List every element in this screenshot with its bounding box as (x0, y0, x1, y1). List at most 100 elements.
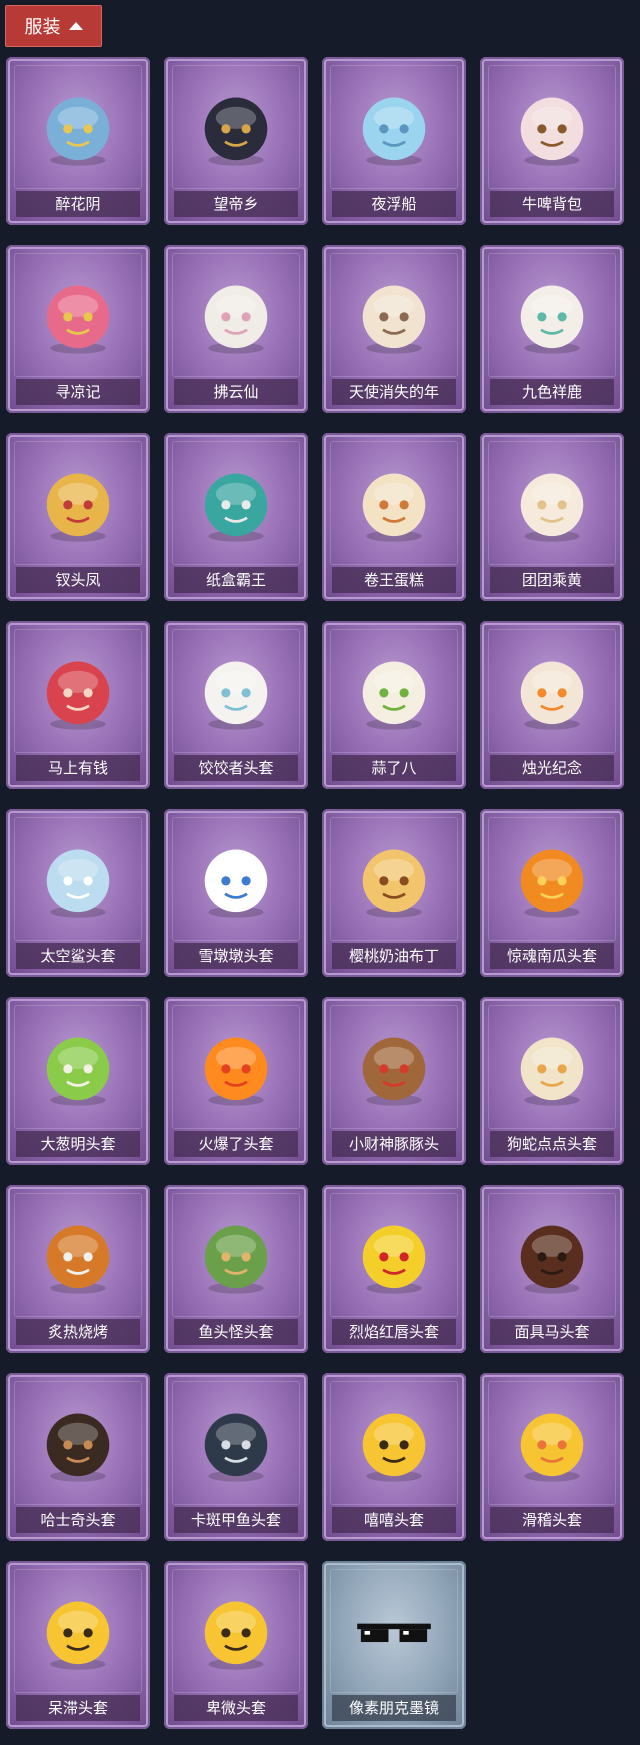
costume-item-name: 钗头凤 (16, 567, 140, 593)
costume-item-name: 滑稽头套 (490, 1507, 614, 1533)
costume-item-name: 拂云仙 (174, 379, 298, 405)
garlic-head-icon (362, 661, 426, 730)
costume-item-card[interactable]: 惊魂南瓜头套 (480, 809, 624, 977)
snowman-head-icon (204, 849, 268, 918)
costume-item-card[interactable]: 炙热烧烤 (6, 1185, 150, 1353)
pixel-sunglasses-icon (357, 1623, 431, 1643)
costume-item-name: 望帝乡 (174, 191, 298, 217)
costume-item-card[interactable]: 滑稽头套 (480, 1373, 624, 1541)
dumpling-head-icon (204, 661, 268, 730)
costume-item-name: 寻凉记 (16, 379, 140, 405)
white-fox-charm-icon (204, 285, 268, 354)
shark-head-icon (46, 849, 110, 918)
costume-item-card[interactable]: 寻凉记 (6, 245, 150, 413)
yellow-mouse-head-icon (362, 1225, 426, 1294)
costume-item-name: 哈士奇头套 (16, 1507, 140, 1533)
floral-backpack-icon (46, 97, 110, 166)
shy-emoji-head-icon (204, 1601, 268, 1670)
costume-item-card[interactable]: 樱桃奶油布丁 (322, 809, 466, 977)
costume-item-card[interactable]: 天使消失的年 (322, 245, 466, 413)
dog-snake-head-icon (520, 1037, 584, 1106)
costume-item-name: 火爆了头套 (174, 1131, 298, 1157)
angel-doll-charm-icon (362, 285, 426, 354)
costume-item-name: 卷王蛋糕 (332, 567, 456, 593)
costume-item-card[interactable]: 钗头凤 (6, 433, 150, 601)
costume-item-name: 大葱明头套 (16, 1131, 140, 1157)
costume-item-card[interactable]: 烛光纪念 (480, 621, 624, 789)
costume-item-card[interactable]: 卑微头套 (164, 1561, 308, 1729)
costume-item-card[interactable]: 火爆了头套 (164, 997, 308, 1165)
costume-item-card[interactable]: 狗蛇点点头套 (480, 997, 624, 1165)
phoenix-crown-doll-icon (46, 473, 110, 542)
costume-item-card[interactable]: 纸盒霸王 (164, 433, 308, 601)
deer-charm-icon (520, 285, 584, 354)
costume-item-card[interactable]: 烈焰红唇头套 (322, 1185, 466, 1353)
cardboard-dino-head-icon (204, 473, 268, 542)
roll-cake-icon (362, 473, 426, 542)
costume-item-name: 太空鲨头套 (16, 943, 140, 969)
fish-head-mask-icon (204, 1225, 268, 1294)
costume-item-name: 饺饺者头套 (174, 755, 298, 781)
costume-item-name: 狗蛇点点头套 (490, 1131, 614, 1157)
costume-item-card[interactable]: 拂云仙 (164, 245, 308, 413)
costume-category-tab[interactable]: 服装 (5, 5, 102, 47)
costume-item-card[interactable]: 马上有钱 (6, 621, 150, 789)
chevron-up-icon (68, 21, 83, 30)
costume-item-card[interactable]: 蒜了八 (322, 621, 466, 789)
capybara-god-head-icon (362, 1037, 426, 1106)
costume-item-name: 鱼头怪头套 (174, 1319, 298, 1345)
costume-item-card[interactable]: 鱼头怪头套 (164, 1185, 308, 1353)
costume-item-card[interactable]: 卷王蛋糕 (322, 433, 466, 601)
costume-item-name: 夜浮船 (332, 191, 456, 217)
bbq-meat-head-icon (46, 1225, 110, 1294)
costume-item-card[interactable]: 太空鲨头套 (6, 809, 150, 977)
round-cat-head-icon (520, 473, 584, 542)
costume-item-name: 醉花阴 (16, 191, 140, 217)
costume-item-name: 呆滞头套 (16, 1695, 140, 1721)
pudding-head-icon (362, 849, 426, 918)
costume-item-name: 九色祥鹿 (490, 379, 614, 405)
costume-item-card[interactable]: 嘻嘻头套 (322, 1373, 466, 1541)
costume-category-label: 服装 (24, 17, 61, 38)
candle-head-icon (520, 661, 584, 730)
costume-item-name: 烛光纪念 (490, 755, 614, 781)
costume-item-card[interactable]: 醉花阴 (6, 57, 150, 225)
costume-item-name: 卑微头套 (174, 1695, 298, 1721)
costume-item-card[interactable]: 九色祥鹿 (480, 245, 624, 413)
costume-item-card[interactable]: 大葱明头套 (6, 997, 150, 1165)
seal-head-icon (204, 1413, 268, 1482)
costume-item-name: 面具马头套 (490, 1319, 614, 1345)
green-onion-head-icon (46, 1037, 110, 1106)
costume-item-card[interactable]: 呆滞头套 (6, 1561, 150, 1729)
costume-item-card[interactable]: 卡斑甲鱼头套 (164, 1373, 308, 1541)
costume-item-name: 马上有钱 (16, 755, 140, 781)
pumpkin-head-icon (520, 849, 584, 918)
costume-item-name: 蒜了八 (332, 755, 456, 781)
grin-emoji-head-icon (362, 1413, 426, 1482)
costume-item-name: 纸盒霸王 (174, 567, 298, 593)
horse-mask-icon (520, 1225, 584, 1294)
costume-item-card[interactable]: 小财神豚豚头 (322, 997, 466, 1165)
costume-item-name: 雪墩墩头套 (174, 943, 298, 969)
pink-hat-creature-icon (46, 285, 110, 354)
costume-item-name: 烈焰红唇头套 (332, 1319, 456, 1345)
fire-head-icon (204, 1037, 268, 1106)
costume-item-card[interactable]: 雪墩墩头套 (164, 809, 308, 977)
costume-item-card[interactable]: 哈士奇头套 (6, 1373, 150, 1541)
costume-item-card[interactable]: 饺饺者头套 (164, 621, 308, 789)
blank-emoji-head-icon (46, 1601, 110, 1670)
costume-item-name: 像素朋克墨镜 (332, 1695, 456, 1721)
costume-item-name: 牛啤背包 (490, 191, 614, 217)
costume-item-grid: 醉花阴 望帝乡 夜浮船 牛啤背包寻凉记 拂云仙 天使消失的年 九色祥鹿钗头凤 纸盒霸王 卷王蛋糕… (6, 57, 634, 1729)
costume-item-name: 天使消失的年 (332, 379, 456, 405)
shiba-dog-head-icon (46, 1413, 110, 1482)
costume-item-card[interactable]: 团团乘黄 (480, 433, 624, 601)
costume-item-name: 樱桃奶油布丁 (332, 943, 456, 969)
costume-item-card[interactable]: 牛啤背包 (480, 57, 624, 225)
costume-item-name: 炙热烧烤 (16, 1319, 140, 1345)
costume-item-card[interactable]: 夜浮船 (322, 57, 466, 225)
costume-item-card[interactable]: 面具马头套 (480, 1185, 624, 1353)
character-costume-icon (204, 97, 268, 166)
costume-item-card[interactable]: 像素朋克墨镜 (322, 1561, 466, 1729)
costume-item-card[interactable]: 望帝乡 (164, 57, 308, 225)
